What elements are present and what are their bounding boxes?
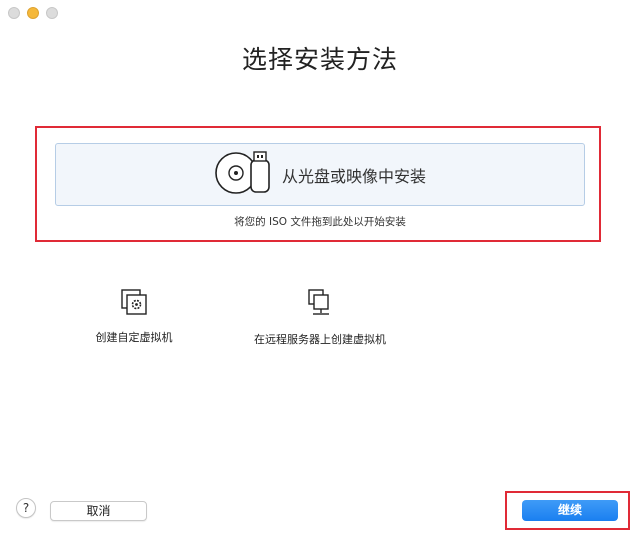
install-method-window: 选择安装方法 从光盘或映像中安装 将您的 ISO 文件拖到此处以开始安装 创建自… (0, 0, 640, 533)
minimize-window-button[interactable] (27, 7, 39, 19)
create-custom-vm-option[interactable]: 创建自定虚拟机 (94, 288, 174, 345)
cancel-button[interactable]: 取消 (50, 501, 147, 521)
create-remote-vm-label: 在远程服务器上创建虚拟机 (254, 333, 386, 346)
window-controls (8, 7, 58, 19)
continue-button[interactable]: 继续 (522, 500, 618, 521)
install-from-disc-label: 从光盘或映像中安装 (281, 166, 426, 186)
zoom-window-button[interactable] (46, 7, 58, 19)
help-button[interactable]: ? (16, 498, 36, 518)
create-custom-vm-label: 创建自定虚拟机 (95, 331, 173, 344)
create-remote-vm-option[interactable]: 在远程服务器上创建虚拟机 (250, 288, 390, 347)
drop-hint-text: 将您的 ISO 文件拖到此处以开始安装 (234, 216, 406, 228)
install-from-disc-button[interactable]: 从光盘或映像中安装 (55, 143, 585, 206)
remote-server-icon (306, 288, 334, 322)
custom-vm-gear-icon (120, 288, 148, 320)
page-title: 选择安装方法 (241, 45, 398, 74)
disc-usb-icon (214, 150, 272, 200)
close-window-button[interactable] (8, 7, 20, 19)
